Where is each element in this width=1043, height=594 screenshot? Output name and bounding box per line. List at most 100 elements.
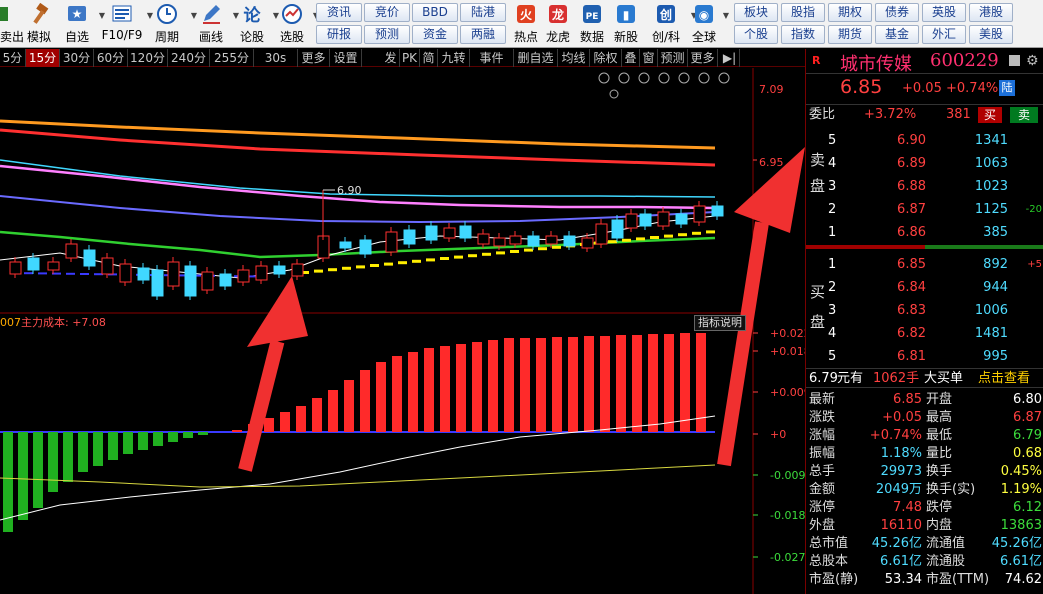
- big-order-row[interactable]: 6.79 元有 1062手 大买单 点击查看: [806, 368, 1043, 388]
- period-tab[interactable]: 更多: [298, 49, 330, 67]
- buy-button[interactable]: 买: [978, 107, 1002, 123]
- toolbar-discuss-button[interactable]: 论论股 ▼: [234, 2, 279, 46]
- chart-tool-tab[interactable]: 发: [382, 49, 400, 67]
- sell-button[interactable]: 卖: [1010, 107, 1038, 123]
- toolbar-hot-button[interactable]: 火热点: [510, 2, 542, 46]
- asks-level-row[interactable]: 4 6.89 1063: [806, 152, 1043, 175]
- chart-tool-tab[interactable]: 均线: [558, 49, 590, 67]
- chart-tool-tab[interactable]: 窗: [640, 49, 658, 67]
- indicator-bar: [472, 342, 482, 432]
- period-tab[interactable]: 60分: [94, 49, 128, 67]
- quick-button[interactable]: 竞价: [364, 3, 410, 22]
- quick-button[interactable]: 资讯: [316, 3, 362, 22]
- chart-tool-tab[interactable]: 删自选: [514, 49, 558, 67]
- market-button[interactable]: 板块: [734, 3, 778, 22]
- weibi-value: +3.72%: [864, 107, 917, 122]
- market-button[interactable]: 基金: [875, 25, 919, 44]
- bids-level-row[interactable]: 1 6.85 892 +5: [806, 253, 1043, 276]
- candle: [563, 235, 576, 247]
- chart-tool-tab[interactable]: 更多: [688, 49, 718, 67]
- candle: [657, 211, 670, 227]
- candle: [119, 263, 132, 283]
- chart-tool-tab[interactable]: 除权: [590, 49, 622, 67]
- market-button[interactable]: 个股: [734, 25, 778, 44]
- period-tab[interactable]: 5分: [0, 49, 26, 67]
- clock-icon: [156, 3, 178, 25]
- quick-button[interactable]: 预测: [364, 25, 410, 44]
- toolbar-globe-button[interactable]: ◉ 全球 ▼: [688, 2, 729, 46]
- stat-label: 最高: [926, 410, 953, 425]
- gear-icon[interactable]: ⚙: [1026, 53, 1039, 69]
- market-button[interactable]: 指数: [781, 25, 825, 44]
- period-tab[interactable]: 设置: [330, 49, 362, 67]
- level-price: 6.83: [897, 303, 926, 318]
- bids-level-row[interactable]: 2 6.84 944: [806, 276, 1043, 299]
- toolbar-hammer-button[interactable]: 模拟: [22, 2, 56, 46]
- toolbar-star-button[interactable]: ★ 自选 ▼: [58, 2, 105, 46]
- signal-dash: [706, 230, 715, 234]
- toolbar-sell-button[interactable]: 卖出: [0, 2, 25, 46]
- toolbar-select-stock-button[interactable]: 选股▼: [274, 2, 319, 46]
- market-button[interactable]: 外汇: [922, 25, 966, 44]
- toolbar-pe-data-button[interactable]: PE 数据: [576, 2, 608, 46]
- signal-dash: [66, 272, 75, 275]
- indicator-bar: [424, 348, 434, 432]
- settings-tile-icon[interactable]: [1009, 55, 1020, 66]
- period-tab[interactable]: 120分: [128, 49, 168, 67]
- stat-label: 换手(实): [926, 482, 976, 497]
- signal-dash: [440, 257, 449, 260]
- quick-button[interactable]: 研报: [316, 25, 362, 44]
- toolbar-label: 卖出: [0, 30, 25, 44]
- chart-tool-tab[interactable]: 预测: [658, 49, 688, 67]
- indicator-bar: [264, 418, 274, 432]
- toolbar-clock-button[interactable]: 周期 ▼: [146, 2, 197, 46]
- market-button[interactable]: 股指: [781, 3, 825, 22]
- expand-icon[interactable]: ▶|: [720, 49, 740, 67]
- period-tab[interactable]: 30s: [254, 49, 298, 67]
- period-tab[interactable]: 240分: [168, 49, 210, 67]
- toolbar-new-stock-button[interactable]: ▮ 新股: [610, 2, 642, 46]
- period-tab[interactable]: 255分: [210, 49, 254, 67]
- period-tab[interactable]: 15分: [26, 49, 60, 67]
- bids-level-row[interactable]: 4 6.82 1481: [806, 322, 1043, 345]
- market-button[interactable]: 期货: [828, 25, 872, 44]
- candle: [167, 261, 180, 287]
- quick-button[interactable]: 陆港: [460, 3, 506, 22]
- market-button[interactable]: 英股: [922, 3, 966, 22]
- bids-level-row[interactable]: 5 6.81 995: [806, 345, 1043, 368]
- market-button[interactable]: 债券: [875, 3, 919, 22]
- toolbar-f10-button[interactable]: F10/F9 ▼: [100, 2, 153, 46]
- bids-level-row[interactable]: 3 6.83 1006: [806, 299, 1043, 322]
- level-price: 6.88: [897, 179, 926, 194]
- market-button[interactable]: 美股: [969, 25, 1013, 44]
- stat-label: 市盈(静): [809, 572, 859, 587]
- quick-button[interactable]: BBD: [412, 3, 458, 22]
- asks-level-row[interactable]: 3 6.88 1023: [806, 175, 1043, 198]
- big-order-link[interactable]: 点击查看: [978, 369, 1030, 389]
- asks-level-row[interactable]: 1 6.86 385: [806, 221, 1043, 244]
- chart-tool-tab[interactable]: 简: [420, 49, 438, 67]
- quick-button[interactable]: 资金: [412, 25, 458, 44]
- candle: [625, 213, 638, 229]
- stat-label: 总股本: [809, 554, 849, 569]
- toolbar-pencil-button[interactable]: 画线 ▼: [192, 2, 239, 46]
- quick-button[interactable]: 两融: [460, 25, 506, 44]
- market-button[interactable]: 港股: [969, 3, 1013, 22]
- chart-tool-tab[interactable]: PK: [400, 49, 420, 67]
- chevron-down-icon[interactable]: ▼: [723, 11, 729, 20]
- stat-label: 市盈(TTM): [926, 572, 990, 587]
- chart-tool-tab[interactable]: 九转: [438, 49, 470, 67]
- chart-tool-tab[interactable]: 叠: [622, 49, 640, 67]
- indicator-explain-button[interactable]: 指标说明: [694, 315, 746, 331]
- toolbar-dragon-tiger-button[interactable]: 龙龙虎: [542, 2, 574, 46]
- indicator-axis-tick: -0.009: [770, 469, 805, 482]
- chart-tool-tab[interactable]: 事件: [470, 49, 514, 67]
- asks-level-row[interactable]: 5 6.90 1341: [806, 129, 1043, 152]
- candle: [611, 219, 624, 239]
- asks-level-row[interactable]: 2 6.87 1125 -20: [806, 198, 1043, 221]
- market-button[interactable]: 期权: [828, 3, 872, 22]
- stock-name[interactable]: 城市传媒: [840, 50, 912, 76]
- period-tab[interactable]: 30分: [60, 49, 94, 67]
- toolbar-chuang-button[interactable]: 创创/科 ▼: [644, 2, 697, 46]
- kline-chart[interactable]: 6.90 7.09 6.95 +0.022 +0.018 +0.009 +0 -0.009 -0…: [0, 68, 805, 594]
